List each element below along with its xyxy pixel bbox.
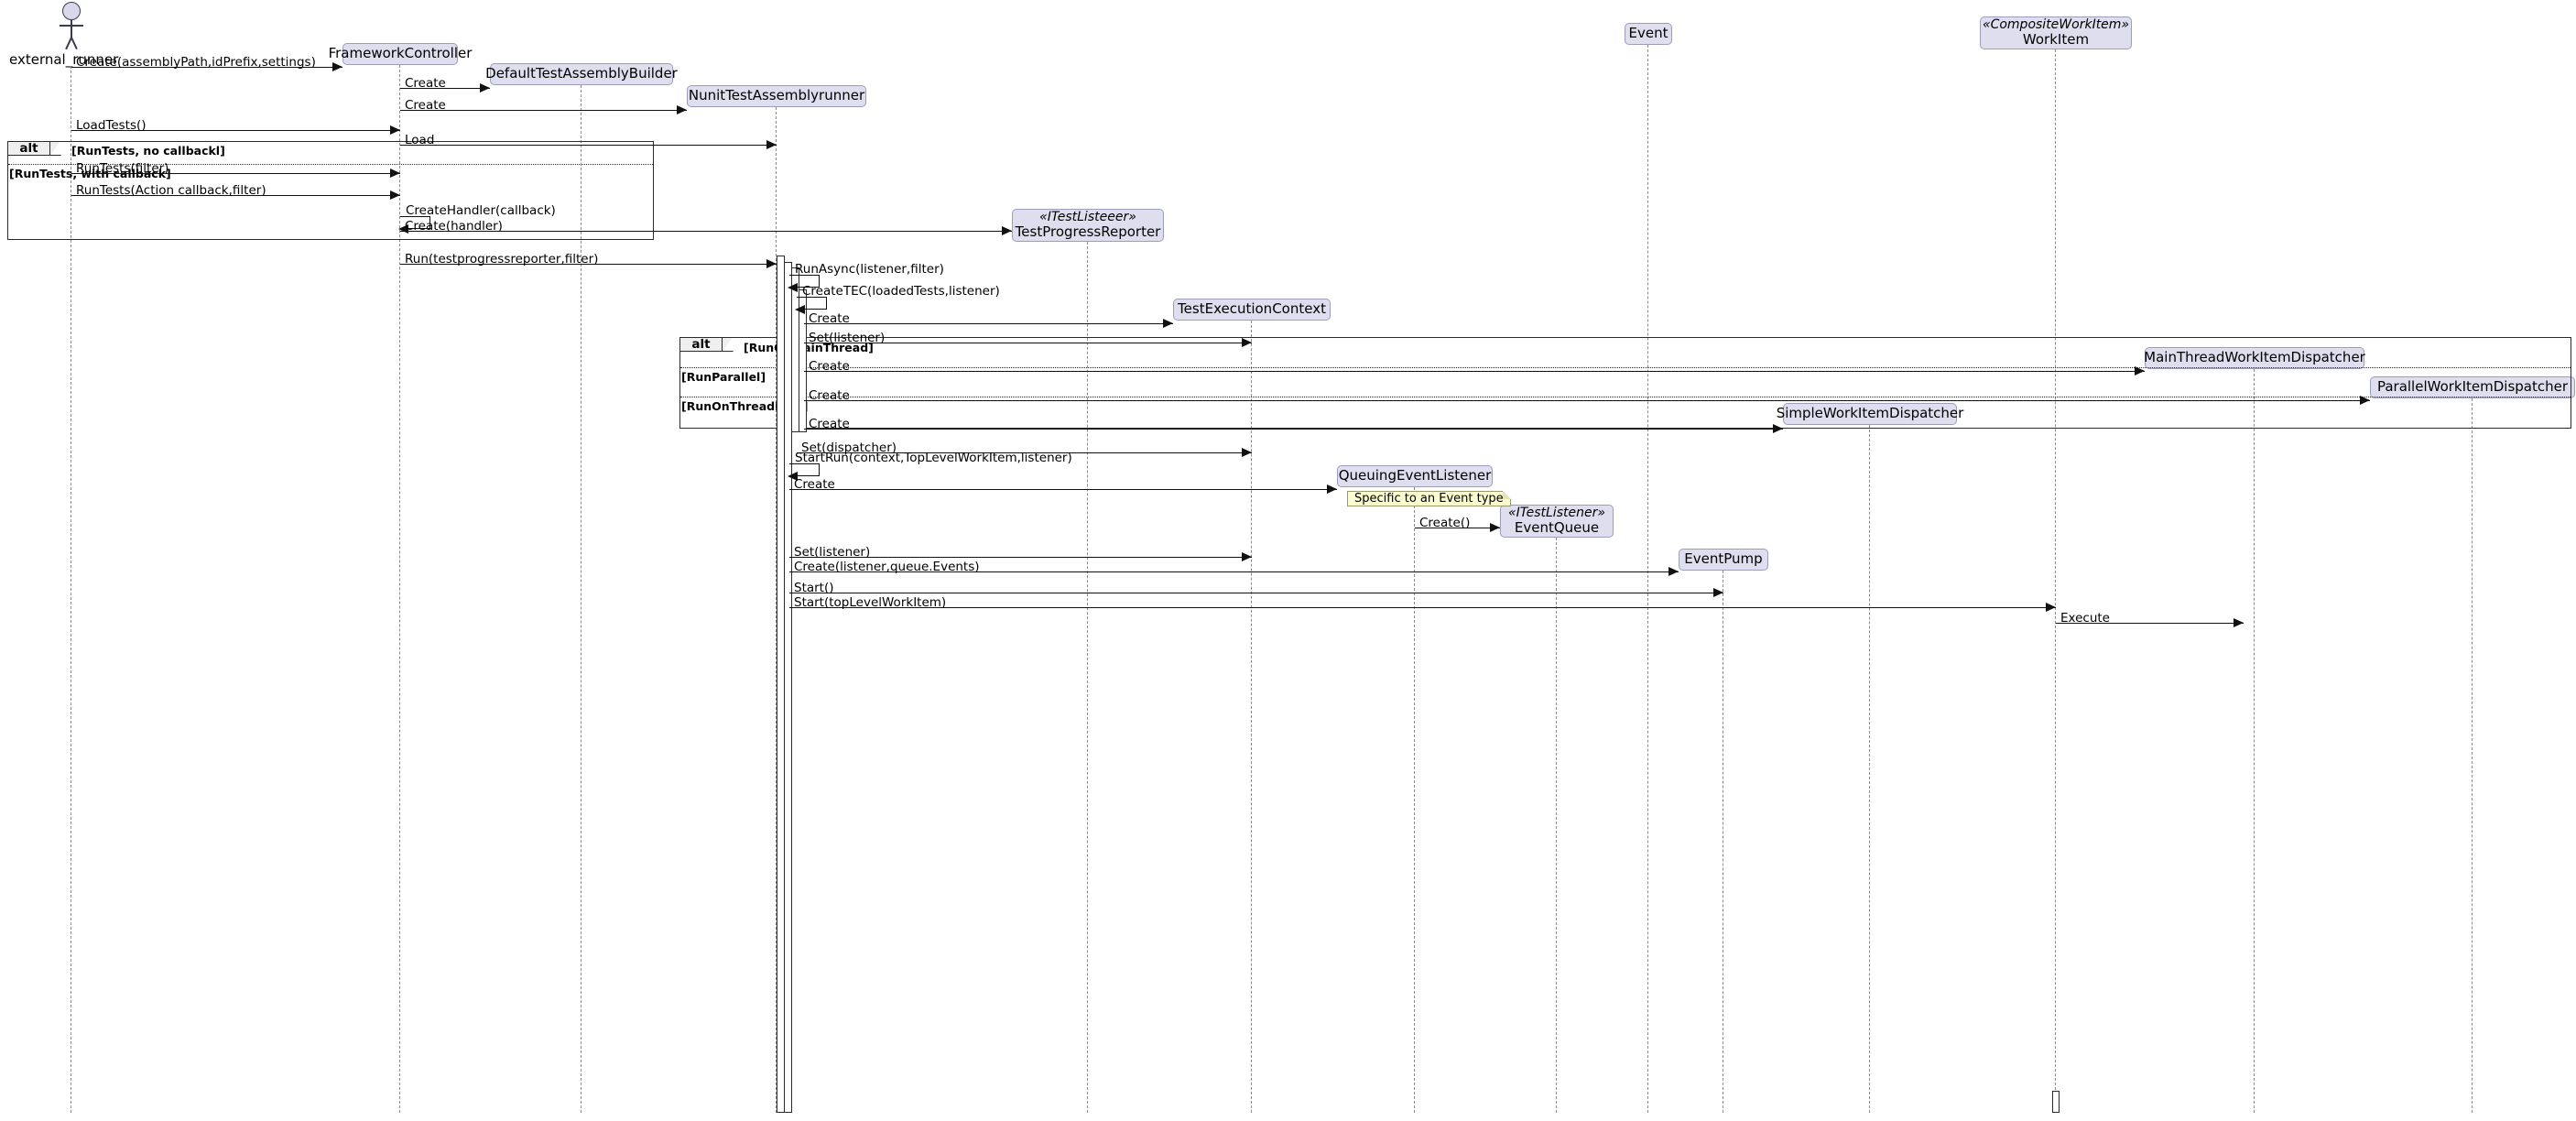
participant-label: EventPump bbox=[1684, 550, 1763, 568]
message-line-m16 bbox=[804, 400, 2370, 401]
message-label: Set(listener) bbox=[794, 545, 871, 560]
participant-testprogressreporter[interactable]: «ITestListeeer» TestProgressReporter bbox=[1012, 209, 1164, 242]
message-line-m20 bbox=[789, 489, 1337, 490]
fragment-alt2 bbox=[679, 337, 2571, 429]
message-label: Start(topLevelWorkItem) bbox=[794, 595, 947, 610]
participant-label: TestProgressReporter bbox=[1015, 223, 1161, 241]
message-label: Create bbox=[405, 76, 446, 91]
participant-stereotype: «CompositeWorkItem» bbox=[1982, 17, 2130, 33]
note-fold-icon bbox=[1503, 491, 1511, 499]
message-line-m25 bbox=[789, 607, 2056, 608]
message-arrowhead bbox=[332, 61, 342, 71]
message-label: Create(assemblyPath,idPrefix,settings) bbox=[76, 55, 316, 70]
lifeline-parallelworkitemdispatcher bbox=[2472, 398, 2473, 1113]
message-label: CreateTEC(loadedTests,listener) bbox=[802, 284, 1000, 299]
message-label: RunTests(Action callback,filter) bbox=[76, 183, 266, 198]
message-label: Create bbox=[809, 359, 850, 374]
message-label: LoadTests() bbox=[76, 118, 147, 133]
message-arrowhead bbox=[2046, 602, 2056, 612]
participant-label: FrameworkController bbox=[328, 45, 473, 62]
message-label: Create bbox=[794, 477, 835, 492]
message-label: Execute bbox=[2060, 611, 2110, 626]
message-label: Create bbox=[405, 98, 446, 113]
lifeline-testexecutioncontext bbox=[1251, 321, 1253, 1113]
lifeline-queuingeventlistener bbox=[1414, 487, 1416, 1113]
participant-eventqueue[interactable]: «ITestListener» EventQueue bbox=[1500, 505, 1614, 538]
message-label: Start() bbox=[794, 581, 834, 595]
message-arrowhead bbox=[677, 104, 687, 114]
message-label: Load bbox=[405, 133, 435, 147]
participant-stereotype: «ITestListener» bbox=[1508, 506, 1605, 521]
message-label: Create bbox=[809, 417, 850, 431]
message-label: Create(listener,queue.Events) bbox=[794, 560, 980, 574]
sequence-diagram-canvas: external_runner FrameworkController Defaul… bbox=[0, 0, 2576, 1121]
message-label: Create() bbox=[1419, 516, 1471, 530]
fragment-guard: [RunParallel] bbox=[681, 370, 766, 384]
message-arrowhead bbox=[1242, 447, 1252, 457]
message-arrowhead bbox=[2135, 365, 2145, 375]
message-line-m15 bbox=[804, 371, 2145, 372]
message-line-m17 bbox=[804, 429, 1783, 430]
message-arrowhead bbox=[1163, 318, 1173, 328]
message-label: Set(listener) bbox=[809, 331, 886, 345]
lifeline-mainthreadworkitemdispatcher bbox=[2254, 369, 2255, 1113]
participant-label: QueuingEventListener bbox=[1338, 467, 1492, 484]
message-arrowhead bbox=[1002, 225, 1012, 235]
participant-frameworkcontroller[interactable]: FrameworkController bbox=[329, 43, 472, 65]
participant-label: EventQueue bbox=[1514, 519, 1600, 537]
message-label: Run(testprogressreporter,filter) bbox=[405, 252, 599, 267]
message-arrowhead bbox=[1668, 566, 1679, 576]
participant-nunittestassemblyrunner[interactable]: NunitTestAssemblyrunner bbox=[687, 85, 866, 107]
message-label: StartRun(context,TopLevelWorkItem,listen… bbox=[795, 451, 1072, 465]
lifeline-simpleworkitemdispatcher bbox=[1869, 425, 1871, 1113]
participant-testexecutioncontext[interactable]: TestExecutionContext bbox=[1173, 299, 1331, 321]
actor-torso-icon bbox=[71, 20, 72, 38]
lifeline-workitem bbox=[2055, 49, 2057, 1113]
participant-label: TestExecutionContext bbox=[1178, 300, 1326, 318]
participant-label: WorkItem bbox=[2022, 31, 2090, 49]
fragment-divider bbox=[680, 367, 2571, 368]
lifeline-event bbox=[1647, 45, 1649, 1113]
message-arrowhead bbox=[1327, 484, 1337, 494]
actor-leg-right-icon bbox=[71, 37, 78, 50]
message-arrowhead bbox=[1242, 551, 1252, 561]
message-label: Create bbox=[809, 388, 850, 403]
message-arrowhead bbox=[390, 125, 400, 135]
message-label: RunAsync(listener,filter) bbox=[795, 262, 944, 277]
message-arrowhead bbox=[390, 190, 400, 200]
message-line-m13 bbox=[804, 323, 1173, 324]
message-arrowhead bbox=[2360, 395, 2370, 405]
activation-workitem bbox=[2052, 1091, 2060, 1113]
message-arrowhead bbox=[766, 139, 777, 149]
message-arrowhead bbox=[2234, 617, 2244, 627]
participant-label: Event bbox=[1628, 25, 1668, 42]
message-arrowhead bbox=[1490, 522, 1500, 532]
message-arrowhead bbox=[788, 282, 798, 292]
message-label: CreateHandler(callback) bbox=[406, 203, 556, 218]
message-label: RunTests(filter) bbox=[76, 161, 169, 176]
participant-stereotype: «ITestListeeer» bbox=[1039, 210, 1136, 225]
note-note1: Specific to an Event type bbox=[1347, 491, 1511, 506]
lifeline-eventqueue bbox=[1556, 538, 1558, 1113]
message-label: Create bbox=[809, 311, 850, 326]
participant-workitem[interactable]: «CompositeWorkItem» WorkItem bbox=[1980, 16, 2132, 49]
message-line-m5 bbox=[400, 145, 777, 146]
message-arrowhead bbox=[390, 168, 400, 178]
message-arrowhead bbox=[480, 82, 490, 93]
message-arrowhead bbox=[1773, 423, 1783, 433]
fragment-guard: [RunTests, no callbackl] bbox=[71, 144, 225, 158]
participant-eventpump[interactable]: EventPump bbox=[1679, 549, 1768, 571]
actor-arms-icon bbox=[60, 25, 83, 27]
participant-queuingeventlistener[interactable]: QueuingEventListener bbox=[1337, 465, 1493, 487]
participant-defaulttestassemblybuilder[interactable]: DefaultTestAssemblyBuilder bbox=[485, 63, 678, 85]
message-arrowhead bbox=[1713, 587, 1723, 597]
participant-event[interactable]: Event bbox=[1625, 23, 1672, 45]
actor-head-icon bbox=[62, 2, 81, 20]
participant-label: NunitTestAssemblyrunner bbox=[688, 87, 865, 104]
participant-label: DefaultTestAssemblyBuilder bbox=[485, 65, 678, 82]
message-arrowhead bbox=[795, 304, 805, 314]
message-arrowhead bbox=[1242, 337, 1252, 347]
message-label: Create(handler) bbox=[405, 219, 503, 234]
message-arrowhead bbox=[766, 258, 777, 268]
